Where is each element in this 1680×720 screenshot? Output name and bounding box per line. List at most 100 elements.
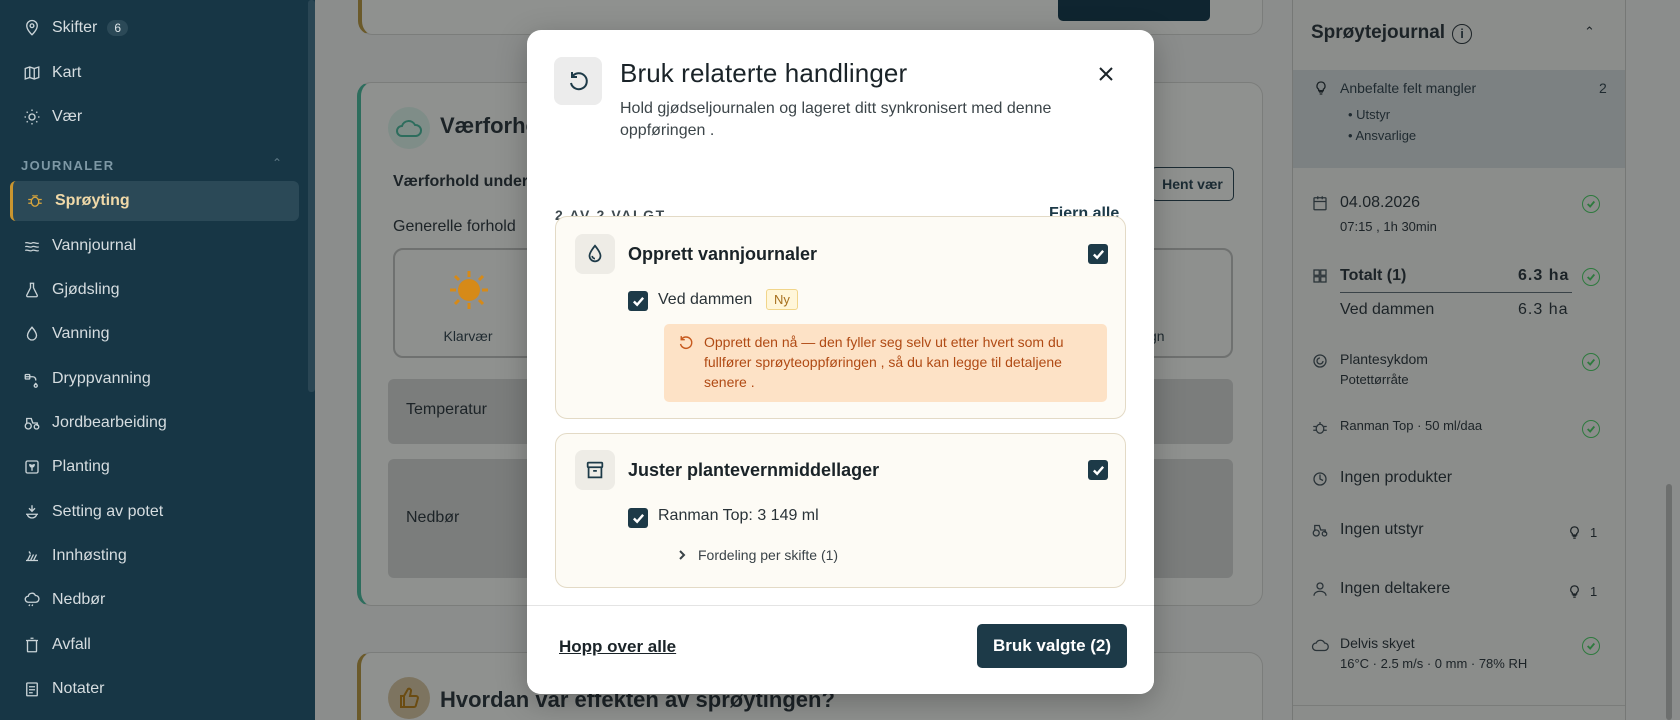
time-value: 07:15 , 1h 30min [1340, 219, 1437, 234]
sun-icon [22, 107, 42, 127]
warning-count: 2 [1599, 80, 1607, 96]
participants-count: 1 [1590, 584, 1598, 599]
primary-button[interactable] [1058, 0, 1210, 21]
sidebar-item-notater[interactable]: Notater [10, 669, 299, 709]
weather-under-label: Værforhold under [393, 173, 529, 190]
bug-icon [1311, 419, 1329, 437]
distribution-expander[interactable]: Fordeling per skifte (1) [676, 547, 838, 563]
apply-selected-button[interactable]: Bruk valgte (2) [977, 624, 1127, 668]
dialog-footer: Hopp over alle Bruk valgte (2) [527, 605, 1154, 694]
bug-icon [25, 191, 45, 211]
sidebar-item-label: Vær [52, 108, 83, 125]
sidebar-item-label: Innhøsting [52, 547, 127, 564]
related-actions-dialog: Bruk relaterte handlinger Hold gjødseljo… [527, 30, 1154, 694]
cloud-icon [1311, 637, 1329, 655]
potato-icon [22, 502, 42, 522]
sidebar-item-label: Nedbør [52, 591, 106, 608]
sidebar-item-skifter[interactable]: Skifter 6 [10, 8, 299, 48]
check-icon [1092, 465, 1104, 476]
sidebar-item-dryppvanning[interactable]: Dryppvanning [10, 359, 299, 399]
sidebar-item-label: Jordbearbeiding [52, 414, 167, 431]
temperature-label: Temperatur [406, 401, 487, 418]
precipitation-label: Nedbør [406, 509, 460, 526]
close-icon [1099, 67, 1113, 81]
fetch-weather-button[interactable]: Hent vær [1151, 167, 1234, 201]
waves-icon [22, 236, 42, 256]
sidebar-item-vannjournal[interactable]: Vannjournal [10, 226, 299, 266]
item-checkbox[interactable] [628, 508, 648, 528]
trash-icon [22, 635, 42, 655]
sidebar-item-vaer[interactable]: Vær [10, 97, 299, 137]
sidebar-item-label: Dryppvanning [52, 370, 151, 387]
action-group-water-journals: Opprett vannjournaler Ved dammen Ny Oppr… [555, 216, 1126, 419]
dialog-subtitle: Hold gjødseljournalen og lageret ditt sy… [620, 100, 1052, 139]
expander-label: Fordeling per skifte (1) [698, 547, 839, 563]
sidebar-item-label: Gjødsling [52, 281, 120, 298]
field-value: 6.3 ha [1518, 301, 1569, 318]
notes-icon [22, 679, 42, 699]
droplet-icon [22, 324, 42, 344]
weather-title: Værforho [440, 113, 539, 138]
sidebar-item-label: Skifter [52, 19, 98, 36]
calendar-icon [1311, 194, 1329, 212]
group-checkbox[interactable] [1088, 460, 1108, 480]
divider [1340, 292, 1572, 293]
sidebar-item-label: Notater [52, 680, 105, 697]
item-label: Ved dammen [658, 291, 753, 308]
sidebar-item-setting-av-potet[interactable]: Setting av potet [10, 492, 299, 532]
sidebar-item-vanning[interactable]: Vanning [10, 314, 299, 354]
item-checkbox[interactable] [628, 291, 648, 311]
sidebar-item-label: Setting av potet [52, 503, 164, 520]
chevron-up-icon[interactable]: ⌃ [272, 156, 282, 170]
group-title: Juster plantevernmiddellager [628, 460, 880, 480]
sun-icon [447, 268, 491, 312]
sidebar-item-nedbor[interactable]: Nedbør [10, 580, 299, 620]
group-checkbox[interactable] [1088, 244, 1108, 264]
sidebar-item-label: Vannjournal [52, 237, 137, 254]
missing-fields-warning: Anbefalte felt mangler 2 • Utstyr • Ansv… [1293, 70, 1625, 168]
general-label: Generelle forhold [393, 218, 516, 235]
chevron-up-icon[interactable]: ⌃ [1584, 24, 1595, 40]
flask-icon [22, 280, 42, 300]
check-circle-icon [1582, 420, 1600, 438]
section-label-journaler: JOURNALER [21, 158, 115, 173]
divider [1293, 705, 1625, 706]
info-note: Opprett den nå — den fyller seg selv ut … [664, 324, 1107, 402]
list-item: • Utstyr [1348, 107, 1391, 122]
panel-title: Sprøytejournal [1311, 22, 1446, 43]
sidebar-item-innhosting[interactable]: Innhøsting [10, 536, 299, 576]
grid-icon [1311, 267, 1329, 285]
sidebar: Skifter 6 Kart Vær JOURNALER ⌃ Sprøyting… [0, 0, 315, 720]
products-icon [1311, 470, 1329, 488]
close-button[interactable] [1092, 60, 1120, 88]
action-group-inventory: Juster plantevernmiddellager Ranman Top:… [555, 433, 1126, 588]
check-circle-icon [1582, 195, 1600, 213]
lightbulb-icon [1567, 525, 1582, 540]
new-badge: Ny [766, 289, 798, 310]
sidebar-item-kart[interactable]: Kart [10, 53, 299, 93]
weather-option-klarvaer[interactable]: Klarvær [393, 248, 543, 358]
droplet-icon [575, 234, 615, 274]
sidebar-item-sproyting[interactable]: Sprøyting [10, 181, 299, 221]
archive-box-icon [575, 450, 615, 490]
weather-summary-value: 16°C · 2.5 m/s · 0 mm · 78% RH [1340, 656, 1528, 671]
weather-option-label: Klarvær [443, 328, 493, 344]
info-icon[interactable]: i [1452, 24, 1472, 44]
sidebar-item-avfall[interactable]: Avfall [10, 625, 299, 665]
sidebar-item-label: Kart [52, 64, 82, 81]
sidebar-item-gjodsling[interactable]: Gjødsling [10, 270, 299, 310]
check-circle-icon [1582, 268, 1600, 286]
disease-icon [1311, 352, 1329, 370]
cloud-icon [388, 107, 430, 149]
refresh-icon [554, 57, 602, 105]
sidebar-item-label: Planting [52, 458, 110, 475]
equipment-count: 1 [1590, 525, 1598, 540]
no-products-label: Ingen produkter [1340, 469, 1453, 486]
scrollbar[interactable] [1666, 484, 1672, 720]
sidebar-item-planting[interactable]: Planting [10, 447, 299, 487]
plant-icon [22, 457, 42, 477]
skip-all-button[interactable]: Hopp over alle [559, 637, 676, 657]
list-item: • Ansvarlige [1348, 128, 1417, 143]
tractor-icon [22, 413, 42, 433]
sidebar-item-jordbearbeiding[interactable]: Jordbearbeiding [10, 403, 299, 443]
